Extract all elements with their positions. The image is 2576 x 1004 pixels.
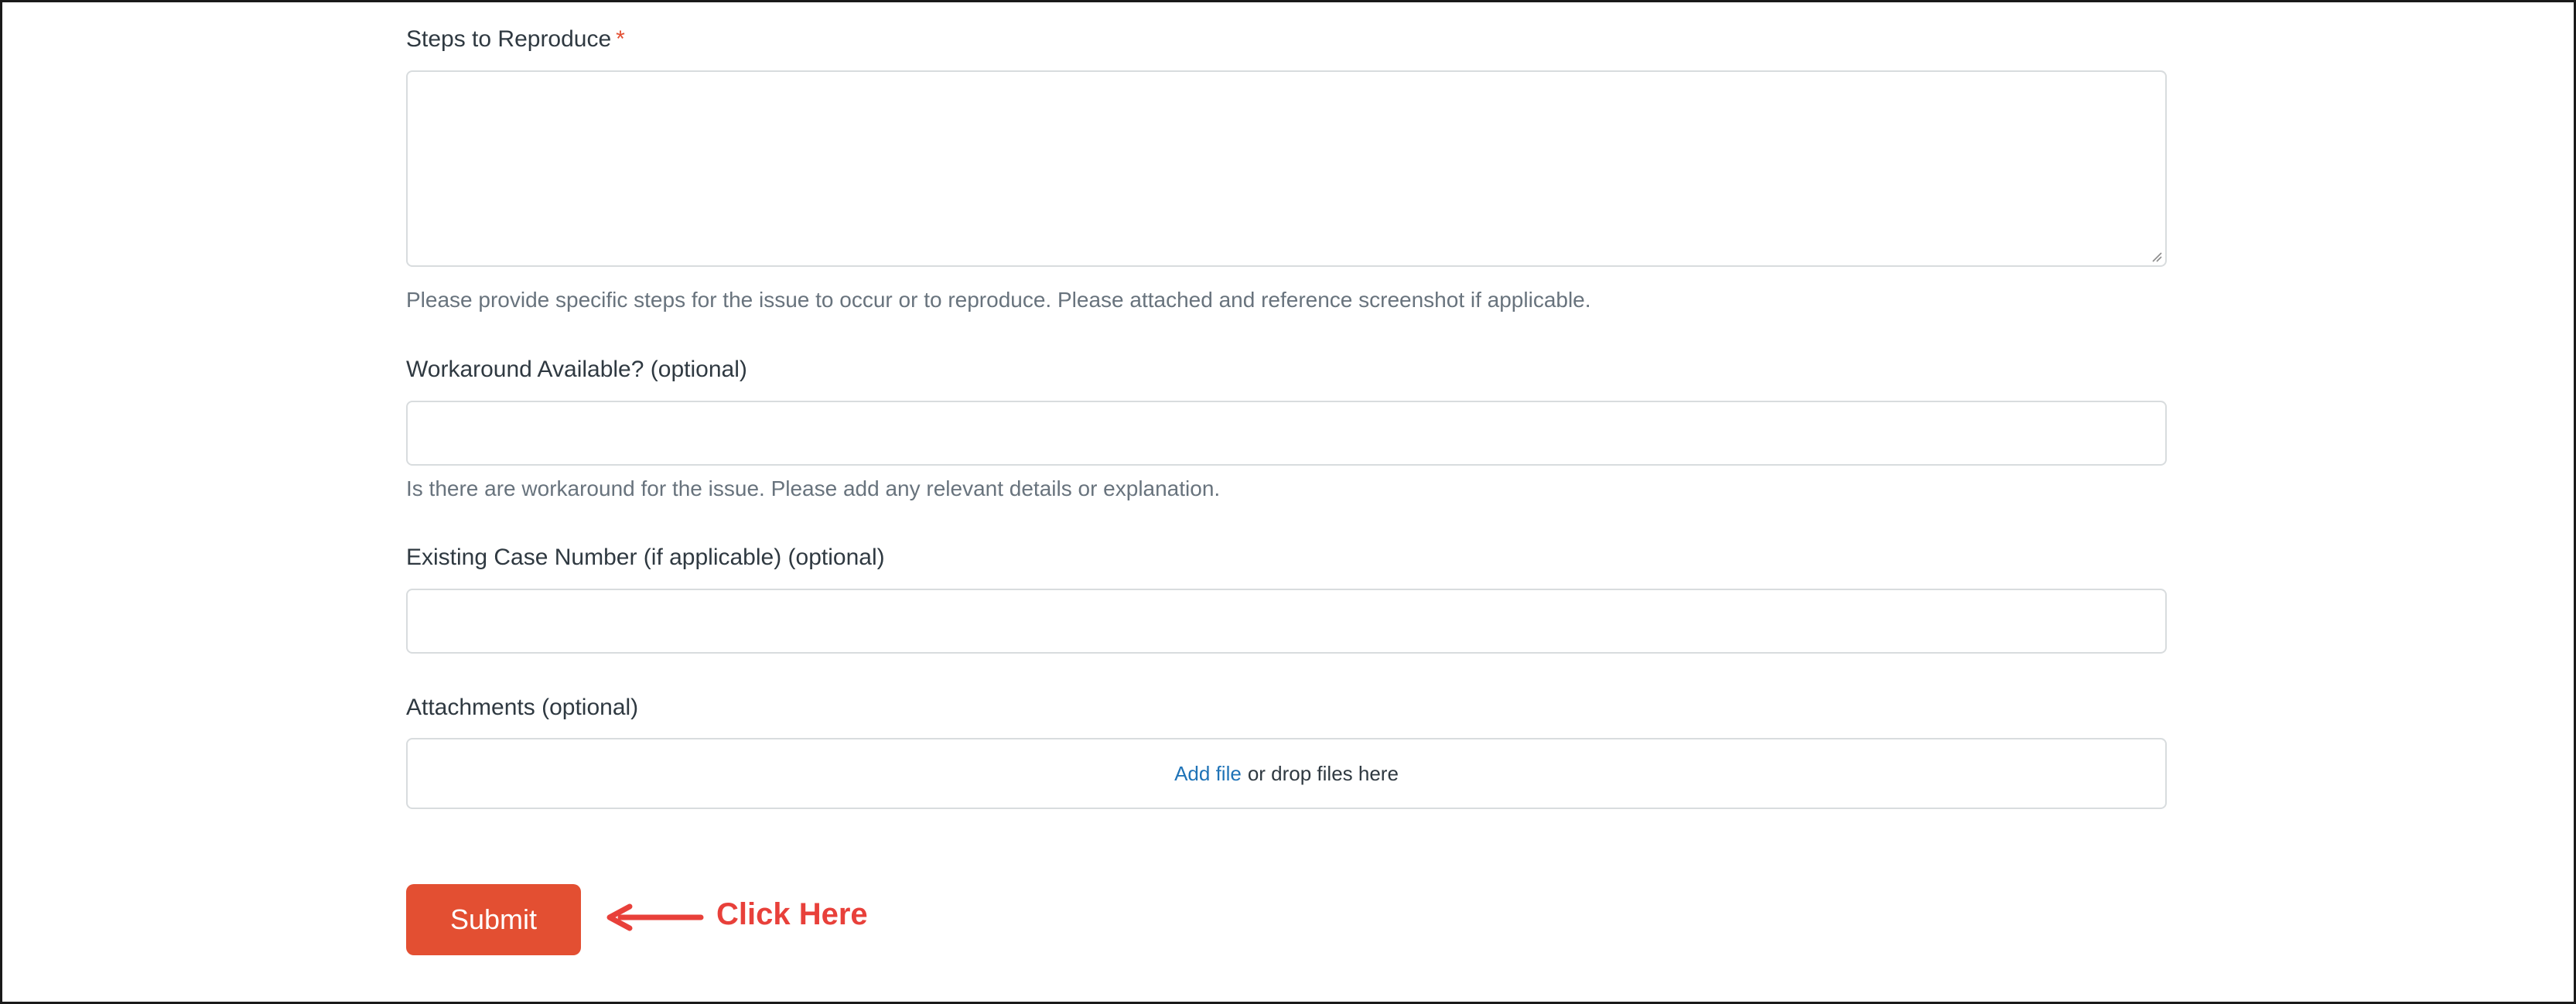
attachments-label: Attachments (optional) — [406, 695, 638, 721]
steps-textarea[interactable] — [406, 70, 2167, 267]
workaround-label: Workaround Available? (optional) — [406, 357, 747, 383]
submit-button-label: Submit — [449, 903, 538, 935]
attachments-optional: (optional) — [542, 695, 639, 720]
drop-files-text: or drop files here — [1247, 761, 1399, 785]
case-number-label-text: Existing Case Number (if applicable) — [406, 545, 782, 570]
left-arrow-icon — [606, 903, 704, 931]
workaround-input[interactable] — [406, 401, 2167, 466]
required-mark: * — [616, 26, 625, 52]
case-number-optional: (optional) — [787, 545, 885, 570]
workaround-label-text: Workaround Available? — [406, 357, 644, 382]
steps-label-text: Steps to Reproduce — [406, 26, 612, 52]
resize-grip-icon[interactable] — [2150, 250, 2162, 262]
submit-button[interactable]: Submit — [406, 884, 581, 955]
case-number-input[interactable] — [406, 589, 2167, 654]
attachments-dropzone[interactable]: Add file or drop files here — [406, 738, 2167, 809]
attachments-label-text: Attachments — [406, 695, 535, 720]
click-here-callout: Click Here — [716, 897, 868, 931]
workaround-optional: (optional) — [650, 357, 747, 382]
steps-label: Steps to Reproduce * — [406, 26, 625, 53]
case-number-label: Existing Case Number (if applicable) (op… — [406, 545, 885, 571]
add-file-link[interactable]: Add file — [1174, 762, 1242, 786]
workaround-hint: Is there are workaround for the issue. P… — [406, 476, 1221, 500]
steps-hint: Please provide specific steps for the is… — [406, 288, 1591, 312]
